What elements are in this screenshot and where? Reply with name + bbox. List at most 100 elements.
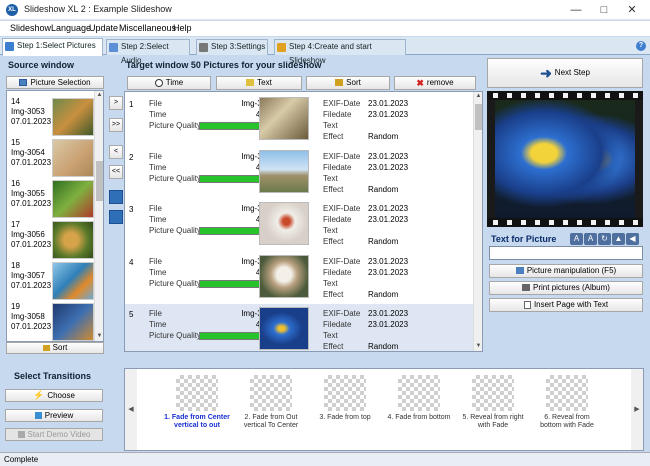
scroll-thumb[interactable]	[475, 104, 482, 130]
page-icon	[523, 300, 531, 309]
scroll-right-icon[interactable]: ▶	[631, 369, 643, 450]
transition-item[interactable]: 2. Fade from Out vertical To Center	[237, 373, 305, 451]
select-transitions-title: Select Transitions	[14, 371, 92, 381]
picture-row[interactable]: 3 File Img-3042 Time 4 sec Picture Quali…	[125, 199, 473, 251]
tab-step-1[interactable]: Step 1:Select Pictures	[2, 38, 103, 56]
source-sort-button[interactable]: Sort	[6, 342, 104, 354]
source-thumbnail	[52, 221, 94, 259]
scroll-up-icon[interactable]: ▲	[95, 91, 103, 100]
target-scrollbar[interactable]: ▲ ▼	[473, 92, 482, 351]
font-size-icon[interactable]: A	[584, 233, 597, 245]
parrots-photo	[495, 100, 635, 218]
picture-thumbnail[interactable]	[259, 149, 309, 193]
remove-all-button[interactable]: <<	[109, 165, 123, 179]
picture-thumbnail[interactable]	[259, 254, 309, 298]
preview-image	[487, 91, 643, 227]
menu-help[interactable]: Help	[173, 23, 192, 33]
scroll-up-icon[interactable]: ▲	[474, 92, 482, 101]
lightning-icon: ⚡	[33, 390, 45, 401]
picture-selection-button[interactable]: Picture Selection	[6, 76, 104, 89]
preview-icon	[34, 412, 42, 420]
tab-step-2[interactable]: Step 2:Select Audio	[106, 39, 190, 65]
remove-button[interactable]: ✖ remove	[394, 76, 476, 90]
clock-icon	[154, 78, 163, 87]
transition-thumbnail	[472, 375, 514, 411]
add-selected-button[interactable]: >	[109, 96, 123, 110]
transition-item[interactable]: 1. Fade from Center vertical to out	[163, 373, 231, 451]
settings-icon	[199, 43, 208, 52]
text-for-picture-label: Text for Picture	[491, 234, 557, 244]
tab-step-3[interactable]: Step 3:Settings	[196, 39, 268, 55]
sort-icon	[42, 344, 50, 351]
close-window-button[interactable]: ✕	[618, 2, 646, 18]
picture-row[interactable]: 2 File Img-3041 Time 4 sec Picture Quali…	[125, 147, 473, 199]
font-a-icon[interactable]: A	[570, 233, 583, 245]
menu-update[interactable]: Update	[89, 23, 118, 33]
menu-slideshow[interactable]: Slideshow	[10, 23, 51, 33]
sort-icon	[335, 79, 344, 87]
picture-thumbnail[interactable]	[259, 202, 309, 245]
status-text: Complete	[4, 455, 39, 464]
target-sort-button[interactable]: Sort	[306, 76, 390, 90]
source-item[interactable]: 16 Img-3055 07.01.2023	[10, 178, 103, 223]
source-list[interactable]: 14 Img-3053 07.01.2023 15 Img-3054 07.01…	[6, 90, 104, 342]
window-title: Slideshow XL 2 : Example Slideshow	[24, 4, 172, 14]
menu-miscellaneous[interactable]: Miscellaneous	[119, 23, 176, 33]
scroll-thumb[interactable]	[96, 161, 103, 201]
picture-row[interactable]: 4 File Img-3043 Time 4 sec Picture Quali…	[125, 252, 473, 304]
start-demo-video-button[interactable]: Start Demo Video	[5, 428, 103, 441]
text-button[interactable]: Text	[216, 76, 302, 90]
minimize-button[interactable]: —	[562, 2, 590, 18]
arrow-right-icon: ➜	[540, 65, 552, 81]
source-item[interactable]: 19 Img-3058 07.01.2023	[10, 301, 103, 341]
transition-item[interactable]: 3. Fade from top	[311, 373, 379, 451]
add-all-button[interactable]: >>	[109, 118, 123, 132]
move-down-icon[interactable]	[109, 210, 123, 224]
target-list[interactable]: 1 File Img-3040 Time 4 sec Picture Quali…	[124, 91, 483, 352]
film-strip-bottom	[487, 218, 643, 227]
video-icon	[17, 431, 25, 439]
tab-step-4[interactable]: Step 4:Create and start Slideshow	[274, 39, 406, 65]
source-item[interactable]: 15 Img-3054 07.01.2023	[10, 137, 103, 182]
scroll-left-icon[interactable]: ◀	[125, 369, 137, 450]
picture-thumbnail[interactable]	[259, 97, 309, 140]
remove-selected-button[interactable]: <	[109, 145, 123, 159]
picture-row[interactable]: 5 File Img-3044 Time 4 sec Picture Quali…	[125, 304, 473, 351]
rotate-icon[interactable]: ↻	[598, 233, 611, 245]
source-thumbnail	[52, 98, 94, 136]
source-item[interactable]: 18 Img-3057 07.01.2023	[10, 260, 103, 305]
mirror-icon[interactable]: ▲	[612, 233, 625, 245]
flip-icon[interactable]: ◀	[626, 233, 639, 245]
transitions-list[interactable]: ◀ 1. Fade from Center vertical to out 2.…	[124, 368, 644, 451]
source-item[interactable]: 17 Img-3056 07.01.2023	[10, 219, 103, 264]
time-button[interactable]: Time	[127, 76, 211, 90]
scroll-down-icon[interactable]: ▼	[474, 342, 482, 351]
transition-item[interactable]: 6. Reveal from bottom with Fade	[533, 373, 601, 451]
preview-button[interactable]: Preview	[5, 409, 103, 422]
create-icon	[277, 43, 286, 52]
picture-manipulation-button[interactable]: Picture manipulation (F5)	[489, 264, 643, 278]
picture-thumbnail[interactable]	[259, 307, 309, 350]
maximize-button[interactable]: □	[590, 2, 618, 18]
menu-language[interactable]: Language	[51, 23, 91, 33]
help-icon[interactable]: ?	[636, 41, 646, 51]
print-pictures-button[interactable]: Print pictures (Album)	[489, 281, 643, 295]
status-bar: Complete	[0, 452, 650, 466]
source-scrollbar[interactable]: ▲ ▼	[94, 91, 103, 341]
choose-button[interactable]: ⚡ Choose	[5, 389, 103, 402]
insert-page-button[interactable]: Insert Page with Text	[489, 298, 643, 312]
source-thumbnail	[52, 303, 94, 341]
next-step-button[interactable]: ➜ Next Step	[487, 58, 643, 88]
remove-x-icon: ✖	[416, 78, 424, 88]
transition-item[interactable]: 5. Reveal from right with Fade	[459, 373, 527, 451]
transition-item[interactable]: 4. Fade from bottom	[385, 373, 453, 451]
picture-row[interactable]: 1 File Img-3040 Time 4 sec Picture Quali…	[125, 94, 473, 146]
step-tabs: Step 1:Select Pictures Step 2:Select Aud…	[0, 37, 650, 65]
source-item[interactable]: 14 Img-3053 07.01.2023	[10, 96, 103, 141]
pictures-icon	[5, 42, 14, 51]
picture-text-input[interactable]	[489, 246, 643, 260]
scroll-down-icon[interactable]: ▼	[95, 332, 103, 341]
manipulation-icon	[515, 267, 524, 275]
move-up-icon[interactable]	[109, 190, 123, 204]
source-thumbnail	[52, 180, 94, 218]
